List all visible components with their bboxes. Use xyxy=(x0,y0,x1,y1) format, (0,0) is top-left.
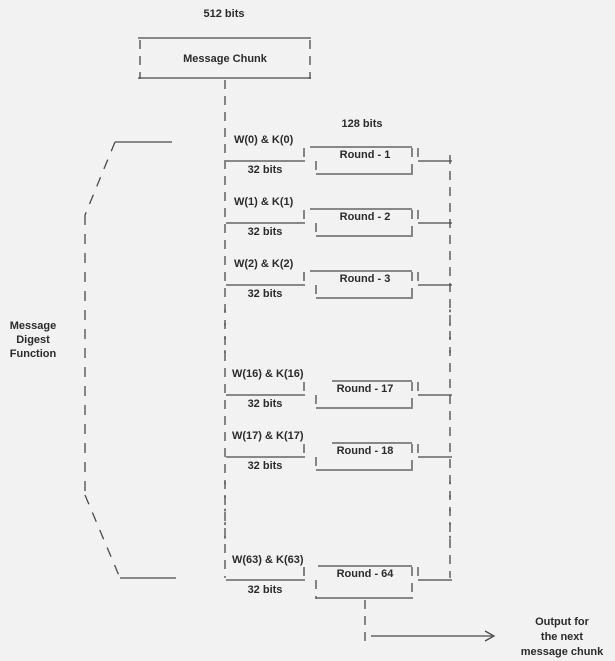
round-row: W(2) & K(2) Round - 3 32 bits xyxy=(226,258,452,300)
round-label: Round - 64 xyxy=(337,568,395,580)
message-digest-brace: Message Digest Function xyxy=(10,141,176,579)
output-label-line-3: message chunk xyxy=(521,646,604,658)
diagram-root: 512 bits Message Chunk Message Digest Fu… xyxy=(0,0,615,661)
brace-label-line-3: Function xyxy=(10,348,57,360)
brace-top-diagonal xyxy=(84,141,116,216)
round-row: W(63) & K(63) Round - 64 32 bits xyxy=(226,554,452,599)
round-input-label: W(17) & K(17) xyxy=(232,430,304,442)
round-input-label: W(63) & K(63) xyxy=(232,554,304,566)
chunk-box-label: Message Chunk xyxy=(183,53,268,65)
output-label-line-2: the next xyxy=(541,631,584,643)
round-label: Round - 3 xyxy=(340,273,391,285)
word-width-label: 32 bits xyxy=(248,398,283,410)
output-label-line-1: Output for xyxy=(535,616,589,628)
brace-label-line-2: Digest xyxy=(16,334,50,346)
output-arrow-group: Output for the next message chunk xyxy=(364,600,604,658)
brace-label-line-1: Message xyxy=(10,320,56,332)
message-chunk-box: Message Chunk xyxy=(138,37,311,79)
round-input-label: W(1) & K(1) xyxy=(234,196,294,208)
round-label: Round - 2 xyxy=(340,211,391,223)
brace-bottom-diagonal xyxy=(84,494,121,579)
word-width-label: 32 bits xyxy=(248,288,283,300)
word-width-label: 32 bits xyxy=(248,584,283,596)
round-label: Round - 17 xyxy=(337,383,394,395)
round-input-label: W(2) & K(2) xyxy=(234,258,294,270)
word-width-label: 32 bits xyxy=(248,460,283,472)
chunk-size-label: 512 bits xyxy=(204,8,245,20)
round-input-label: W(16) & K(16) xyxy=(232,368,304,380)
ellipsis-upper xyxy=(224,309,451,363)
round-label: Round - 1 xyxy=(340,149,391,161)
round-input-label: W(0) & K(0) xyxy=(234,134,294,146)
diagram-canvas: 512 bits Message Chunk Message Digest Fu… xyxy=(10,8,604,658)
word-width-label: 32 bits xyxy=(248,164,283,176)
round-row: W(0) & K(0) Round - 1 32 bits xyxy=(226,134,452,176)
round-width-label: 128 bits xyxy=(342,118,383,130)
round-label: Round - 18 xyxy=(337,445,394,457)
word-width-label: 32 bits xyxy=(248,226,283,238)
ellipsis-lower xyxy=(224,481,451,549)
round-row: W(17) & K(17) Round - 18 32 bits xyxy=(226,430,452,472)
round-row: W(16) & K(16) Round - 17 32 bits xyxy=(226,368,452,410)
round-row: W(1) & K(1) Round - 2 32 bits xyxy=(226,196,452,238)
